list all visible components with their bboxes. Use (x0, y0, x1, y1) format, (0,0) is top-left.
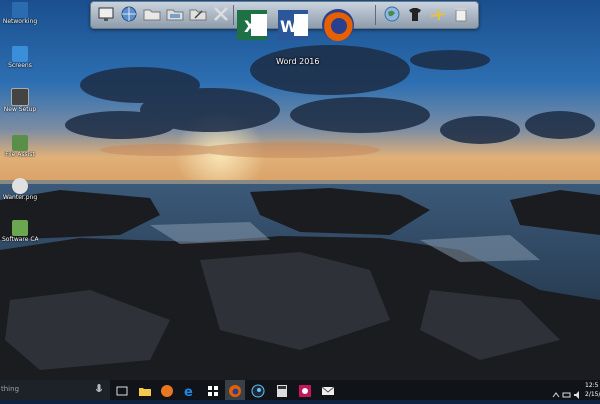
firefox-icon[interactable] (319, 6, 357, 44)
setup-icon (11, 88, 29, 106)
desktop-icon-networking[interactable]: Networking (2, 2, 38, 25)
display-icon[interactable] (97, 5, 115, 23)
desktop-icon-software-zip[interactable]: Software CAPE.zip (2, 220, 38, 243)
svg-text:X: X (244, 17, 257, 36)
svg-text:W: W (280, 17, 298, 36)
steam-icon[interactable] (251, 383, 265, 398)
word-icon[interactable]: W (275, 6, 313, 44)
excel-icon[interactable]: X (234, 6, 272, 44)
folder-edit-icon[interactable] (189, 5, 207, 23)
microphone-icon[interactable] (96, 384, 102, 395)
desktop-icon-screens[interactable]: Screens (2, 46, 38, 69)
earth-icon[interactable] (383, 5, 401, 23)
media-icon[interactable] (160, 383, 174, 397)
edge-icon[interactable]: e (183, 383, 197, 400)
tray-overflow-icon[interactable] (551, 385, 561, 398)
svg-text:e: e (184, 385, 193, 398)
desktop-icons: Networking Screens New Setup File Assist… (0, 0, 40, 380)
file-icon (12, 135, 28, 151)
image-file-icon (12, 178, 28, 194)
network-icon (12, 2, 28, 18)
store-icon[interactable] (206, 383, 220, 397)
search-input[interactable]: thing (1, 385, 19, 393)
photo-icon[interactable] (298, 383, 312, 397)
dock-separator-2 (375, 5, 376, 25)
desktop-icon-setup[interactable]: New Setup (2, 88, 38, 113)
firefox-taskbar-icon[interactable] (228, 383, 242, 397)
zip-file-icon (12, 220, 28, 236)
calculator-icon[interactable] (275, 383, 289, 397)
folder-open-icon[interactable] (166, 5, 184, 23)
clock-time: 12:5 (585, 382, 599, 389)
dock-tooltip: Word 2016 (276, 57, 320, 66)
shirt-icon[interactable] (406, 5, 424, 23)
task-view-icon[interactable] (115, 383, 129, 397)
search-box[interactable]: thing (0, 380, 110, 400)
battery-icon[interactable] (562, 385, 572, 398)
globe-icon[interactable] (120, 5, 138, 23)
recycle-bin-icon[interactable] (452, 5, 470, 23)
volume-icon[interactable] (573, 385, 583, 399)
system-clock[interactable]: 12:5 2/15/ (585, 381, 600, 399)
monitor-icon (12, 46, 28, 62)
plane-icon[interactable] (429, 5, 447, 23)
desktop-icon-wanter[interactable]: Wanter.png (2, 178, 38, 201)
taskbar: thing e 12:5 2/15/ (0, 380, 600, 400)
dock-launcher: X W (90, 1, 479, 41)
clock-date: 2/15/ (585, 391, 600, 398)
desktop-icon-file-assist[interactable]: File Assist (2, 135, 38, 158)
folder-icon[interactable] (143, 5, 161, 23)
file-explorer-icon[interactable] (138, 383, 152, 397)
mail-icon[interactable] (321, 383, 335, 397)
tools-icon[interactable] (212, 5, 230, 23)
